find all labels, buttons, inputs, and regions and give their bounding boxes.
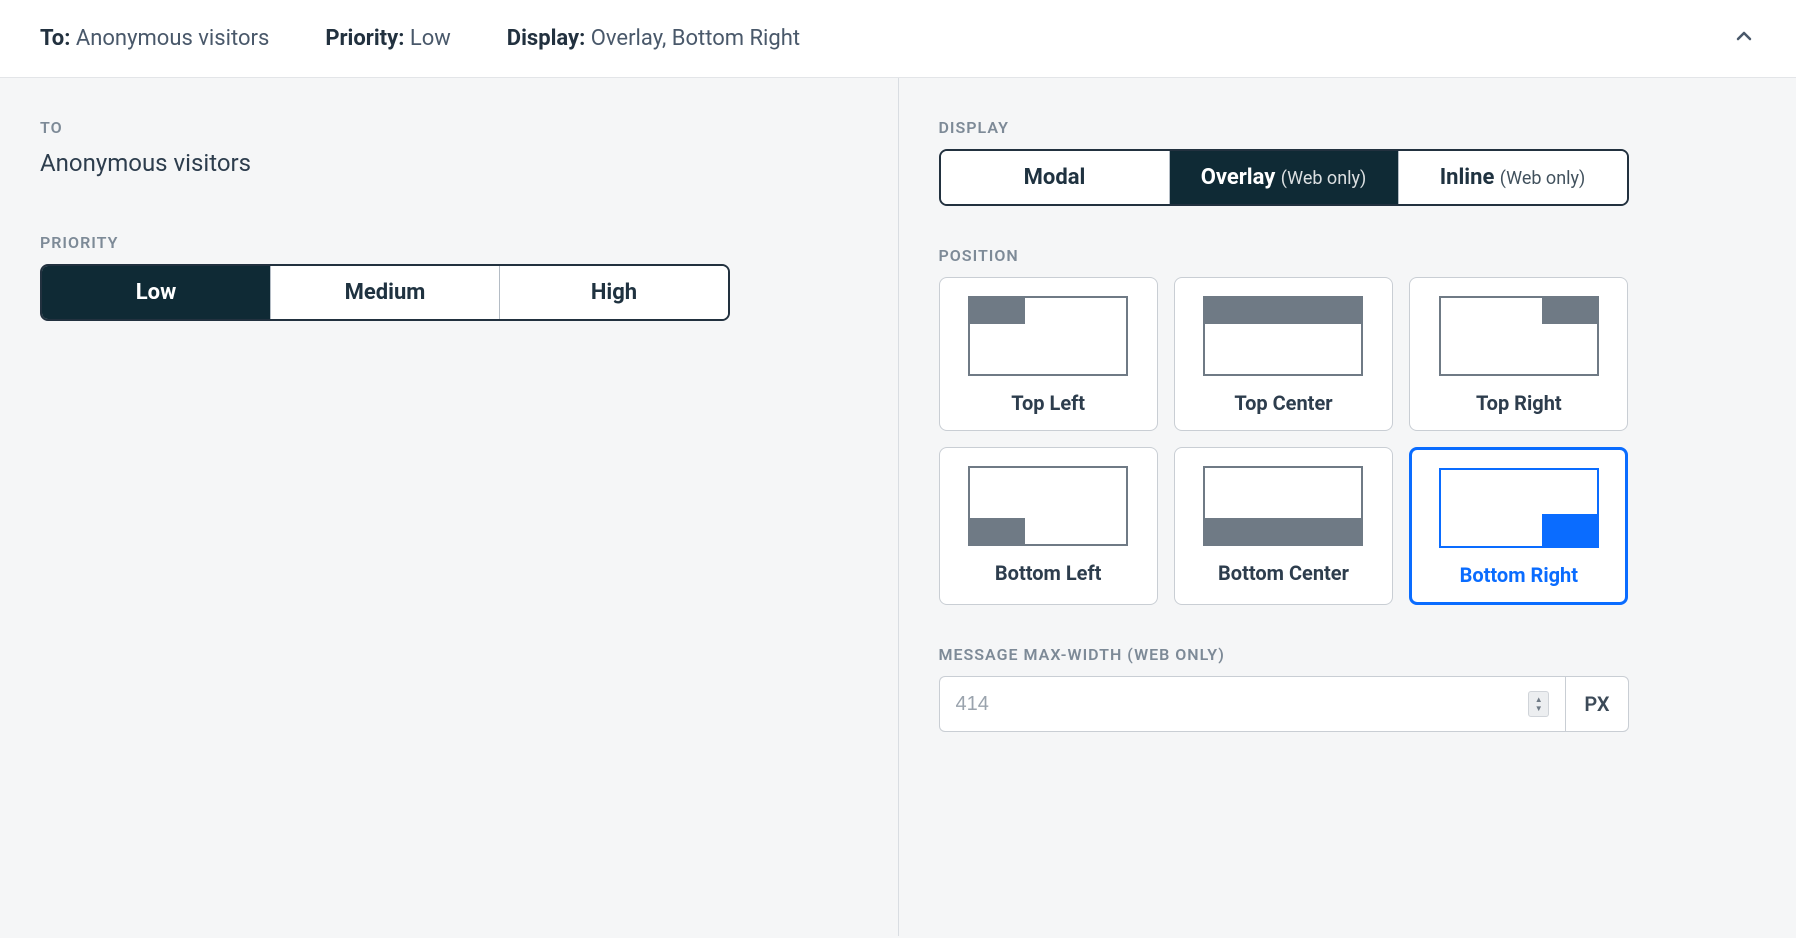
maxwidth-section: MESSAGE MAX-WIDTH (WEB ONLY) ▲ ▼ PX	[939, 645, 1629, 732]
maxwidth-input-wrapper: ▲ ▼	[939, 676, 1566, 732]
position-preview-top-left	[968, 296, 1128, 376]
stepper-down-icon: ▼	[1535, 704, 1543, 713]
summary-to: To: Anonymous visitors	[40, 26, 269, 51]
summary-priority-value: Low	[410, 26, 451, 51]
priority-heading: PRIORITY	[40, 233, 858, 252]
priority-segmented-control: Low Medium High	[40, 264, 730, 321]
position-preview-bottom-center	[1203, 466, 1363, 546]
summary-display-value: Overlay, Bottom Right	[591, 26, 800, 51]
position-preview-top-right	[1439, 296, 1599, 376]
display-option-inline-label: Inline	[1440, 165, 1495, 190]
position-preview-top-center	[1203, 296, 1363, 376]
display-option-modal[interactable]: Modal	[941, 151, 1170, 204]
to-section: TO Anonymous visitors	[40, 118, 858, 177]
maxwidth-unit: PX	[1565, 676, 1628, 732]
position-heading: POSITION	[939, 246, 1757, 265]
display-option-overlay-label: Overlay	[1201, 165, 1276, 190]
position-preview-bottom-left	[968, 466, 1128, 546]
summary-display-label: Display:	[507, 26, 586, 51]
position-top-center[interactable]: Top Center	[1174, 277, 1393, 431]
position-top-left[interactable]: Top Left	[939, 277, 1158, 431]
collapse-toggle[interactable]	[1732, 24, 1756, 53]
maxwidth-heading: MESSAGE MAX-WIDTH (WEB ONLY)	[939, 645, 1629, 664]
summary-bar: To: Anonymous visitors Priority: Low Dis…	[0, 0, 1796, 78]
maxwidth-stepper[interactable]: ▲ ▼	[1528, 691, 1549, 717]
position-preview-bottom-right	[1439, 468, 1599, 548]
position-label-bottom-right: Bottom Right	[1460, 562, 1578, 588]
position-label-top-center: Top Center	[1234, 390, 1332, 416]
position-grid: Top Left Top Center Top Right Bottom Lef…	[939, 277, 1629, 605]
display-option-overlay-suffix: (Web only)	[1281, 168, 1367, 189]
priority-option-high[interactable]: High	[500, 266, 728, 319]
panel-right: DISPLAY Modal Overlay (Web only) Inline …	[899, 78, 1796, 936]
summary-to-label: To:	[40, 26, 70, 51]
priority-section: PRIORITY Low Medium High	[40, 233, 858, 321]
display-option-inline[interactable]: Inline (Web only)	[1399, 151, 1627, 204]
display-section: DISPLAY Modal Overlay (Web only) Inline …	[939, 118, 1757, 206]
summary-to-value: Anonymous visitors	[76, 26, 269, 51]
display-segmented-control: Modal Overlay (Web only) Inline (Web onl…	[939, 149, 1629, 206]
position-top-right[interactable]: Top Right	[1409, 277, 1628, 431]
panels: TO Anonymous visitors PRIORITY Low Mediu…	[0, 78, 1796, 936]
summary-priority-label: Priority:	[325, 26, 404, 51]
summary-priority: Priority: Low	[325, 26, 450, 51]
chevron-up-icon	[1732, 24, 1756, 48]
position-bottom-center[interactable]: Bottom Center	[1174, 447, 1393, 605]
position-label-top-right: Top Right	[1476, 390, 1562, 416]
summary-display: Display: Overlay, Bottom Right	[507, 26, 800, 51]
position-label-top-left: Top Left	[1011, 390, 1085, 416]
display-heading: DISPLAY	[939, 118, 1757, 137]
panel-left: TO Anonymous visitors PRIORITY Low Mediu…	[0, 78, 899, 936]
position-label-bottom-left: Bottom Left	[995, 560, 1101, 586]
stepper-up-icon: ▲	[1535, 695, 1543, 704]
priority-option-low[interactable]: Low	[42, 266, 271, 319]
position-label-bottom-center: Bottom Center	[1218, 560, 1349, 586]
summary-left: To: Anonymous visitors Priority: Low Dis…	[40, 26, 800, 51]
to-value: Anonymous visitors	[40, 149, 858, 177]
position-bottom-right[interactable]: Bottom Right	[1409, 447, 1628, 605]
position-bottom-left[interactable]: Bottom Left	[939, 447, 1158, 605]
display-option-inline-suffix: (Web only)	[1500, 168, 1586, 189]
maxwidth-input[interactable]	[956, 693, 1529, 716]
priority-option-medium[interactable]: Medium	[271, 266, 500, 319]
maxwidth-row: ▲ ▼ PX	[939, 676, 1629, 732]
position-section: POSITION Top Left Top Center Top Right B…	[939, 246, 1757, 605]
to-heading: TO	[40, 118, 858, 137]
display-option-overlay[interactable]: Overlay (Web only)	[1170, 151, 1399, 204]
